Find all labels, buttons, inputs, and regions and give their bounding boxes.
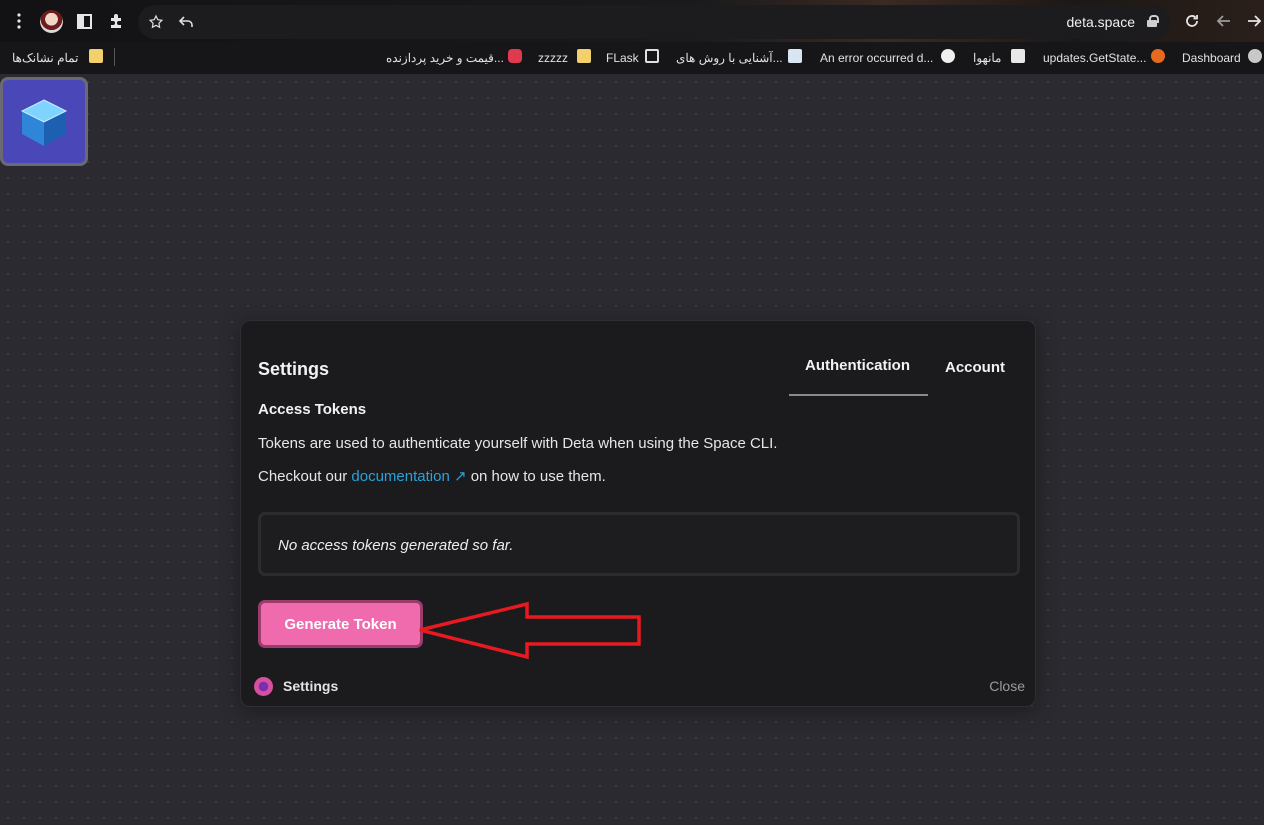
site-favicon xyxy=(508,49,522,63)
bookmark-item[interactable]: Dashboard xyxy=(1182,50,1241,66)
address-bar[interactable] xyxy=(138,5,1170,39)
bookmark-item[interactable]: مانهوا xyxy=(973,50,1002,66)
bookmark-separator xyxy=(114,48,115,66)
browser-toolbar: deta.space xyxy=(0,0,1264,42)
back-icon[interactable] xyxy=(1214,11,1234,31)
url-text[interactable]: deta.space xyxy=(1067,14,1136,30)
annotation-arrow-icon xyxy=(419,601,641,660)
bookmark-item[interactable]: FLask xyxy=(606,50,639,66)
generate-token-button[interactable]: Generate Token xyxy=(258,600,423,648)
bookmark-item[interactable]: قیمت و خرید پردازنده... xyxy=(386,50,504,66)
site-favicon xyxy=(1011,49,1025,63)
tab-account[interactable]: Account xyxy=(945,359,1005,376)
profile-avatar[interactable] xyxy=(40,10,63,33)
lock-icon[interactable] xyxy=(1147,15,1159,27)
bookmark-star-icon[interactable] xyxy=(146,12,166,32)
bookmark-all[interactable]: تمام نشانک‌ها xyxy=(12,50,78,66)
description-prefix: Checkout our xyxy=(258,468,348,485)
extensions-icon[interactable] xyxy=(106,11,126,31)
site-favicon xyxy=(788,49,802,63)
documentation-line: Checkout our documentation ↗ on how to u… xyxy=(258,467,606,485)
dialog-title: Settings xyxy=(258,359,330,379)
settings-app-icon xyxy=(254,677,273,696)
bookmark-item[interactable]: آشنایی با روش های... xyxy=(676,50,783,66)
reload-icon[interactable] xyxy=(1182,11,1202,31)
empty-state-text: No access tokens generated so far. xyxy=(278,537,514,554)
forward-icon[interactable] xyxy=(1244,11,1264,31)
bookmark-item[interactable]: An error occurred d... xyxy=(820,50,933,66)
bookmark-item[interactable]: updates.GetState... xyxy=(1043,50,1146,66)
page-icon xyxy=(645,49,659,63)
bookmark-item[interactable]: zzzzz xyxy=(538,50,568,66)
site-favicon xyxy=(1248,49,1262,63)
footer-label: Settings xyxy=(283,678,339,694)
tab-authentication[interactable]: Authentication xyxy=(805,357,910,374)
description-suffix: on how to use them. xyxy=(470,468,606,485)
share-icon[interactable] xyxy=(176,12,196,32)
folder-icon xyxy=(577,49,591,63)
documentation-link[interactable]: documentation ↗ xyxy=(351,468,466,485)
folder-icon xyxy=(89,49,103,63)
more-menu-icon[interactable] xyxy=(9,11,29,31)
cube-icon xyxy=(20,98,68,146)
app-tile[interactable] xyxy=(0,77,88,166)
section-title: Access Tokens xyxy=(258,401,367,418)
description-text: Tokens are used to authenticate yourself… xyxy=(258,435,778,452)
tokens-list: No access tokens generated so far. xyxy=(258,512,1020,576)
github-icon xyxy=(941,49,955,63)
active-tab-indicator xyxy=(789,394,928,396)
firefox-icon xyxy=(1151,49,1165,63)
close-button[interactable]: Close xyxy=(989,678,1025,694)
sidebar-icon[interactable] xyxy=(74,11,94,31)
